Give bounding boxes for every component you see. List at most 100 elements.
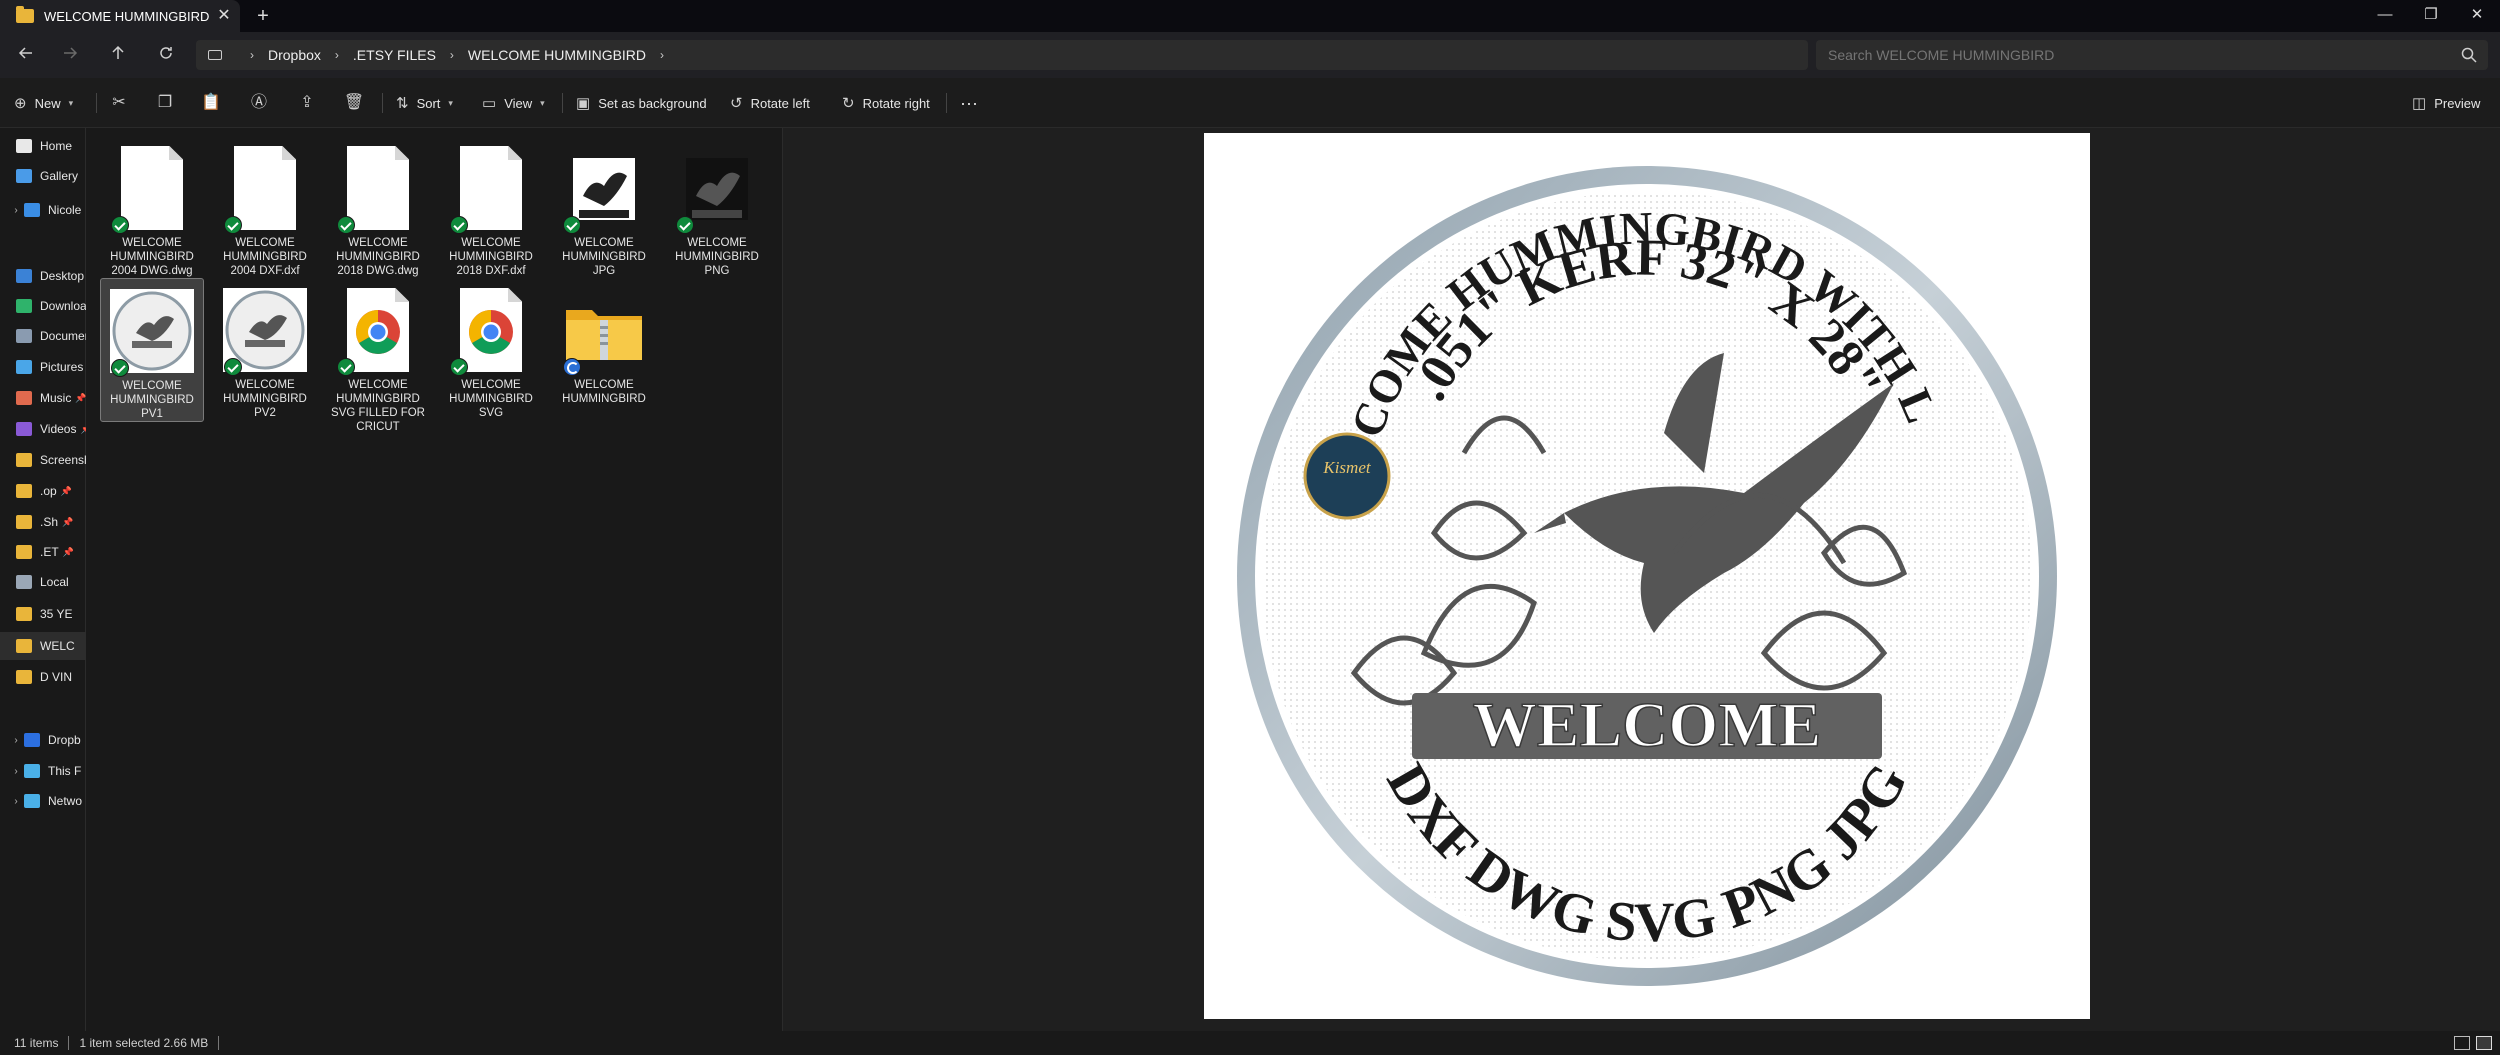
gallery-icon	[16, 169, 32, 183]
set-as-background-button[interactable]: ▣ Set as background	[576, 88, 707, 118]
sidebar-item[interactable]: › Nicole	[0, 196, 86, 224]
details-view-button[interactable]	[2454, 1036, 2470, 1050]
sidebar-item[interactable]: .op 📌	[0, 477, 86, 505]
large-icons-view-button[interactable]	[2476, 1036, 2492, 1050]
more-options-button[interactable]: ···	[960, 88, 978, 118]
file-item[interactable]: WELCOME HUMMINGBIRD PV2	[213, 278, 317, 422]
rotate-left-button[interactable]: ↺ Rotate left	[730, 88, 810, 118]
sidebar-item-label: Pictures	[40, 360, 84, 374]
sidebar-item[interactable]: Music 📌	[0, 384, 86, 412]
pin-icon: 📌	[80, 424, 86, 435]
sidebar-item-label: Downloads	[40, 299, 86, 313]
chevron-right-icon[interactable]: ›	[335, 48, 339, 62]
chevron-right-icon[interactable]: ›	[660, 48, 664, 62]
sidebar-item[interactable]: Local	[0, 568, 86, 596]
cut-button[interactable]: ✂	[106, 90, 132, 116]
breadcrumb-etsy-files[interactable]: .ETSY FILES	[353, 47, 436, 63]
sync-check-icon	[450, 216, 468, 234]
sidebar-item[interactable]: › Dropb	[0, 726, 86, 754]
new-button[interactable]: ⊕ New ▾	[14, 88, 73, 118]
close-window-button[interactable]: ✕	[2454, 0, 2500, 32]
preview-toggle-button[interactable]: ◫ Preview	[2412, 88, 2480, 118]
sync-pending-icon	[563, 358, 581, 376]
file-item[interactable]: WELCOME HUMMINGBIRD SVG	[439, 278, 543, 422]
breadcrumb-dropbox[interactable]: Dropbox	[268, 47, 321, 63]
file-item[interactable]: WELCOME HUMMINGBIRD 2018 DXF.dxf	[439, 136, 543, 280]
sidebar-item[interactable]: Downloads📌	[0, 292, 86, 320]
file-item[interactable]: WELCOME HUMMINGBIRD SVG FILLED FOR CRICU…	[326, 278, 430, 433]
sidebar-item[interactable]: D VIN	[0, 663, 86, 691]
sidebar-item[interactable]: .ET 📌	[0, 538, 86, 566]
sidebar-item[interactable]: Desktop📌	[0, 262, 86, 290]
sort-button[interactable]: ⇅ Sort ▾	[396, 88, 453, 118]
tab-close-button[interactable]: ✕	[214, 6, 234, 26]
pin-icon: 📌	[75, 392, 86, 403]
sidebar-item[interactable]: › Netwo	[0, 787, 86, 815]
file-item[interactable]: WELCOME HUMMINGBIRD	[552, 278, 656, 422]
file-item[interactable]: WELCOME HUMMINGBIRD 2004 DWG.dwg	[100, 136, 204, 280]
sidebar-item-label: Gallery	[40, 169, 79, 183]
view-button[interactable]: ▭ View ▾	[482, 88, 545, 118]
share-button[interactable]: ⇪	[294, 90, 320, 116]
search-box[interactable]	[1816, 40, 2488, 70]
address-bar[interactable]: › Dropbox › .ETSY FILES › WELCOME HUMMIN…	[196, 40, 1808, 70]
folder-icon	[16, 639, 32, 653]
up-button[interactable]	[104, 41, 132, 69]
sidebar-item[interactable]: Gallery	[0, 162, 86, 190]
delete-button[interactable]: 🗑	[341, 90, 367, 116]
file-item[interactable]: WELCOME HUMMINGBIRD PV1	[100, 278, 204, 422]
forward-button[interactable]	[56, 41, 84, 69]
tab-active[interactable]: WELCOME HUMMINGBIRD	[0, 0, 240, 32]
search-input[interactable]	[1828, 40, 2428, 70]
sidebar-item[interactable]: Videos📌	[0, 415, 86, 443]
maximize-button[interactable]: ❐	[2408, 0, 2454, 32]
file-name: WELCOME HUMMINGBIRD PV2	[223, 379, 307, 419]
sidebar-item[interactable]: .Sh 📌	[0, 508, 86, 536]
network-icon	[24, 794, 40, 808]
minimize-button[interactable]: —	[2362, 0, 2408, 32]
desktop-background-icon: ▣	[576, 95, 591, 112]
image-thumbnail-icon	[686, 158, 748, 220]
sidebar-item[interactable]: 35 YE	[0, 600, 86, 628]
new-tab-button[interactable]: +	[252, 5, 274, 27]
chevron-right-icon[interactable]: ›	[8, 766, 24, 777]
drive-icon	[16, 575, 32, 589]
sidebar-item-label: WELC	[40, 639, 75, 653]
rename-button[interactable]: Ⓐ	[246, 90, 272, 116]
status-bar: 11 items 1 item selected 2.66 MB	[0, 1031, 2500, 1055]
back-button[interactable]	[12, 41, 40, 69]
sidebar-item[interactable]: Home	[0, 132, 86, 160]
sidebar-item[interactable]: WELC	[0, 632, 86, 660]
preview-pane-icon: ◫	[2412, 95, 2427, 112]
paste-button[interactable]: 📋	[198, 90, 224, 116]
sidebar-item[interactable]: › This F	[0, 757, 86, 785]
sidebar-item[interactable]: Screenshots📌	[0, 446, 86, 474]
file-item[interactable]: WELCOME HUMMINGBIRD JPG	[552, 136, 656, 280]
home-icon	[16, 139, 32, 153]
image-thumbnail-icon	[573, 158, 635, 220]
chevron-down-icon: ▾	[540, 97, 545, 108]
file-name: WELCOME HUMMINGBIRD SVG	[449, 379, 533, 419]
breadcrumb-welcome-hummingbird[interactable]: WELCOME HUMMINGBIRD	[468, 47, 646, 63]
refresh-button[interactable]	[152, 41, 180, 69]
chevron-right-icon[interactable]: ›	[450, 48, 454, 62]
file-item[interactable]: WELCOME HUMMINGBIRD 2018 DWG.dwg	[326, 136, 430, 280]
file-thumbnail	[224, 146, 296, 234]
file-item[interactable]: WELCOME HUMMINGBIRD PNG	[665, 136, 769, 280]
rotate-right-button[interactable]: ↻ Rotate right	[842, 88, 930, 118]
folder-icon	[16, 453, 32, 467]
search-icon[interactable]	[2460, 46, 2478, 64]
folder-icon	[16, 545, 32, 559]
hummingbird-sign-artwork: WELCOME HUMMINGBIRD WITH LILIES .051" KE…	[1181, 92, 2057, 986]
file-item[interactable]: WELCOME HUMMINGBIRD 2004 DXF.dxf	[213, 136, 317, 280]
chevron-right-icon[interactable]: ›	[8, 796, 24, 807]
chevron-right-icon[interactable]: ›	[8, 205, 24, 216]
file-thumbnail	[223, 288, 307, 376]
file-name: WELCOME HUMMINGBIRD 2018 DWG.dwg	[336, 237, 420, 277]
chevron-right-icon[interactable]: ›	[8, 735, 24, 746]
sidebar-item[interactable]: Documents📌	[0, 322, 86, 350]
divider	[946, 93, 947, 113]
sidebar-item[interactable]: Pictures📌	[0, 353, 86, 381]
copy-button[interactable]: ❐	[152, 90, 178, 116]
file-name: WELCOME HUMMINGBIRD 2004 DXF.dxf	[223, 237, 307, 277]
